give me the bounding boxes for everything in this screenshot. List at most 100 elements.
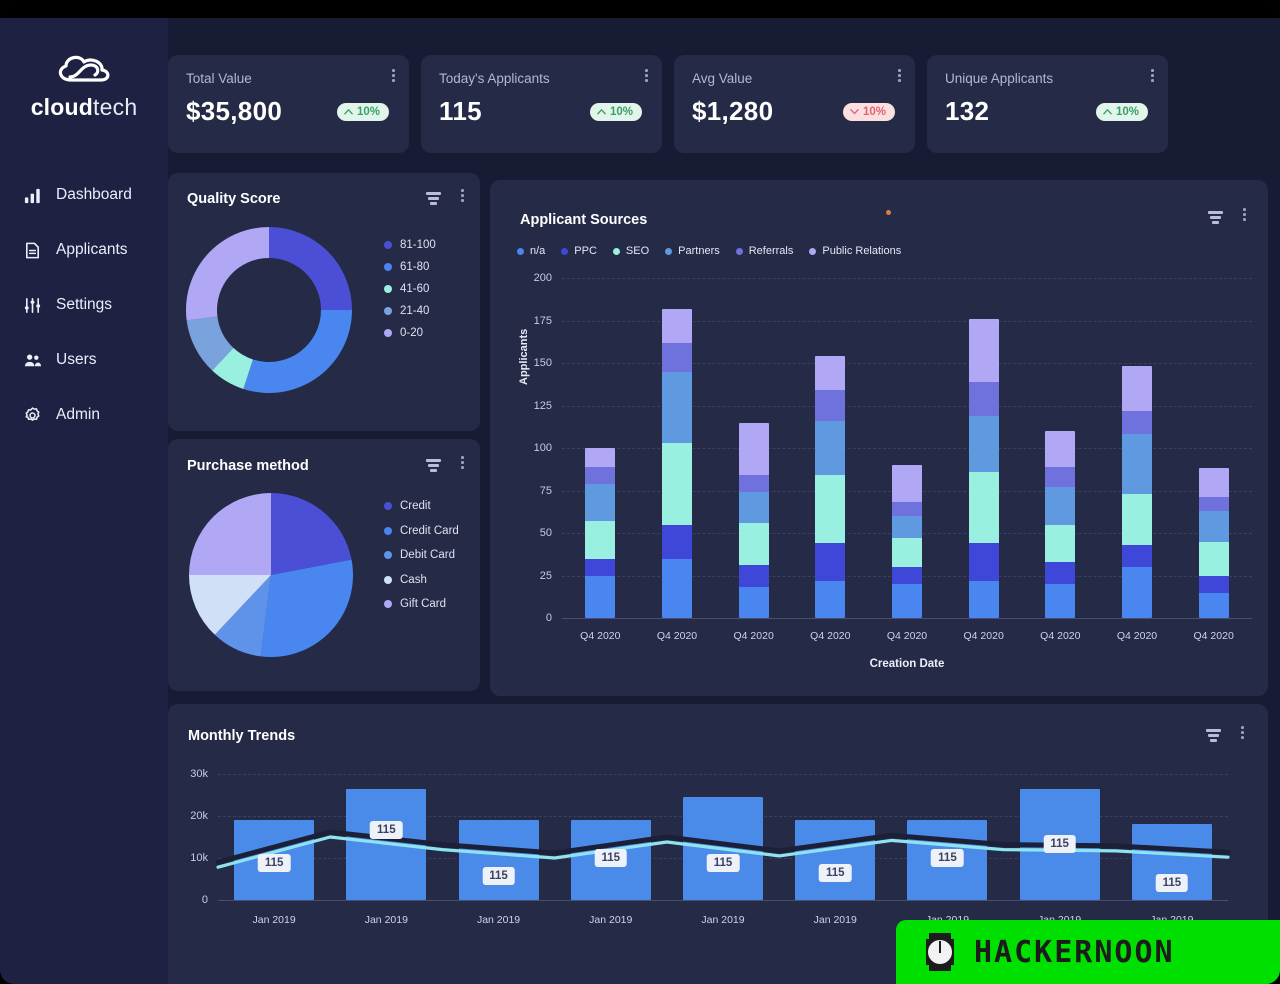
bar-segment — [738, 492, 769, 523]
sidebar-item-settings[interactable]: Settings — [0, 283, 168, 327]
sidebar-item-label: Dashboard — [56, 186, 132, 203]
bar-segment — [585, 448, 616, 467]
legend-item[interactable]: Gift Card — [384, 598, 459, 610]
trend-bar[interactable] — [458, 820, 539, 900]
bar-segment — [815, 420, 846, 476]
legend-swatch — [384, 551, 392, 559]
more-menu-icon[interactable] — [645, 69, 648, 82]
bar-segment — [968, 471, 999, 544]
more-menu-icon[interactable] — [898, 69, 901, 82]
legend-swatch — [384, 285, 392, 293]
legend-item[interactable]: Cash — [384, 574, 459, 586]
stacked-bar[interactable] — [815, 356, 846, 618]
sidebar-item-admin[interactable]: Admin — [0, 393, 168, 437]
legend-label: Cash — [400, 573, 427, 586]
sidebar-item-dashboard[interactable]: Dashboard — [0, 173, 168, 217]
legend-item[interactable]: 81-100 — [384, 239, 436, 251]
sidebar-item-applicants[interactable]: Applicants — [0, 228, 168, 272]
main-content: Total Value $35,800 10% Today's Applicants 1… — [168, 18, 1280, 984]
kpi-label: Unique Applicants — [945, 71, 1054, 86]
filter-icon[interactable] — [426, 192, 442, 205]
legend-item[interactable]: 21-40 — [384, 305, 436, 317]
x-axis-tick: Q4 2020 — [1040, 630, 1081, 642]
legend-item[interactable]: Debit Card — [384, 549, 459, 561]
more-menu-icon[interactable] — [461, 189, 464, 202]
bar-value-label: 115 — [1043, 835, 1076, 853]
legend-item[interactable]: 61-80 — [384, 261, 436, 273]
y-axis-tick: 100 — [533, 442, 552, 454]
y-axis-tick: 25 — [539, 569, 552, 582]
stacked-bar[interactable] — [1045, 431, 1076, 618]
bar-segment — [891, 465, 922, 503]
filter-icon[interactable] — [426, 459, 442, 472]
x-axis-tick: Q4 2020 — [580, 630, 621, 642]
legend-item[interactable]: 41-60 — [384, 283, 436, 295]
dashboard-app: cloudtech Dashboard Applicants Settings … — [0, 0, 1280, 984]
kpi-label: Total Value — [186, 71, 252, 86]
quality-score-card: Quality Score 81-100 61-80 41-60 21-40 0-20 — [168, 173, 480, 431]
x-axis-tick: Q4 2020 — [886, 630, 928, 642]
kpi-delta-value: 10% — [609, 105, 633, 118]
bar-value-label: 115 — [931, 849, 964, 867]
more-menu-icon[interactable] — [461, 456, 464, 469]
pie-slice[interactable] — [269, 227, 352, 310]
pie-slice[interactable] — [189, 493, 271, 575]
bar-segment — [968, 318, 999, 382]
bar-segment — [891, 538, 922, 568]
legend-item[interactable]: Credit — [384, 500, 459, 512]
bar-segment — [738, 587, 769, 618]
stacked-bar[interactable] — [661, 308, 692, 618]
watermark-text: HACKERNOON — [974, 934, 1175, 970]
x-axis-tick: Jan 2019 — [252, 914, 296, 926]
bar-segment — [968, 381, 999, 416]
bar-segment — [661, 308, 692, 343]
pie-slice[interactable] — [243, 310, 352, 393]
bar-segment — [968, 543, 999, 581]
stacked-bar[interactable] — [891, 465, 922, 618]
legend-swatch — [384, 600, 392, 608]
x-axis-tick: Q4 2020 — [733, 630, 774, 642]
stacked-bar[interactable] — [738, 422, 769, 618]
pie-slice[interactable] — [186, 227, 269, 321]
bar-segment — [738, 565, 769, 588]
bar-segment — [1045, 584, 1076, 618]
bar-segment — [1121, 434, 1152, 494]
sidebar-item-users[interactable]: Users — [0, 338, 168, 382]
legend-label: Gift Card — [400, 598, 447, 610]
bar-segment — [815, 390, 846, 421]
x-axis-tick: Jan 2019 — [701, 914, 745, 926]
bar-segment — [1045, 466, 1076, 488]
bar-segment — [585, 575, 616, 618]
legend-swatch — [384, 575, 392, 584]
more-menu-icon[interactable] — [1151, 69, 1154, 82]
kpi-delta-value: 10% — [1115, 105, 1139, 118]
bar-segment — [815, 356, 846, 391]
kpi-row: Total Value $35,800 10% Today's Applicants 1… — [168, 55, 1268, 153]
x-axis-tick: Q4 2020 — [1116, 630, 1158, 642]
brand-logo[interactable]: cloudtech — [0, 50, 168, 121]
legend-label: 21-40 — [400, 305, 430, 317]
top-black-bar — [0, 0, 1280, 18]
stacked-bar[interactable] — [1198, 468, 1229, 618]
stacked-bar[interactable] — [585, 448, 616, 618]
bar-segment — [1121, 544, 1152, 568]
stacked-bar[interactable] — [968, 318, 999, 618]
bar-segment — [815, 580, 846, 618]
bar-value-label: 115 — [594, 849, 628, 867]
stacked-bar[interactable] — [1121, 366, 1152, 618]
trend-bar[interactable] — [683, 797, 763, 900]
x-axis-tick: Q4 2020 — [656, 630, 698, 642]
trend-bar[interactable] — [346, 788, 427, 900]
legend-label: 0-20 — [400, 327, 424, 339]
legend-item[interactable]: 0-20 — [384, 327, 436, 339]
bar-segment — [1198, 468, 1229, 498]
kpi-label: Today's Applicants — [439, 71, 550, 86]
bar-value-label: 115 — [257, 854, 291, 872]
bar-segment — [585, 483, 616, 522]
legend-item[interactable]: Credit Card — [384, 525, 459, 537]
kpi-delta-badge: 10% — [589, 102, 642, 121]
kpi-value: $1,280 — [692, 96, 774, 126]
card-title: Purchase method — [187, 458, 309, 474]
more-menu-icon[interactable] — [392, 69, 395, 82]
trend-bar[interactable] — [795, 820, 876, 900]
